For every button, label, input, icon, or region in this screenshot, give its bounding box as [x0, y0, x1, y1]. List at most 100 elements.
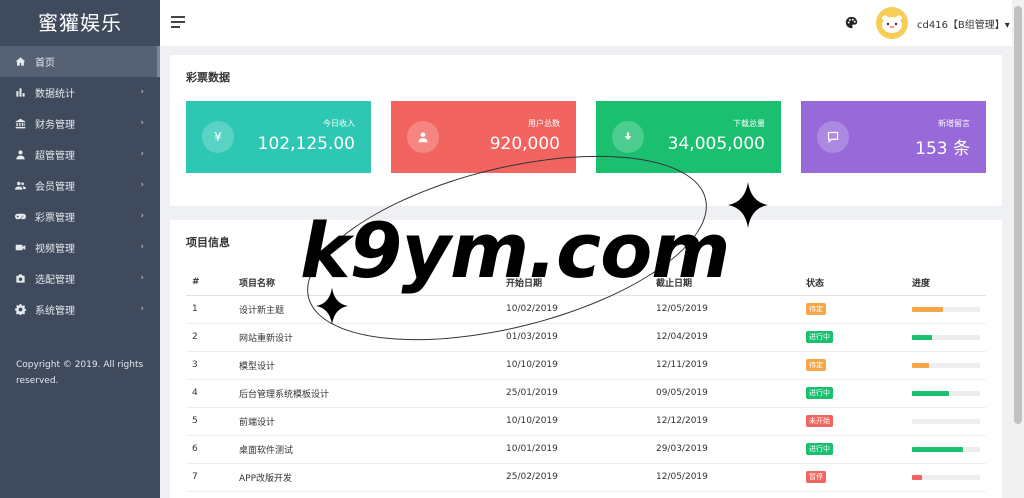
- start-date: 25/02/2019: [506, 463, 656, 492]
- user-icon: [14, 149, 26, 161]
- stat-value: 920,000: [489, 134, 560, 154]
- gear-icon: [14, 304, 26, 316]
- scrollbar[interactable]: [1012, 0, 1024, 498]
- watermark-text: k9ym.com: [300, 206, 730, 295]
- video-icon: [14, 242, 26, 254]
- sidebar-item-5[interactable]: 彩票管理 ›: [0, 201, 160, 232]
- table-row[interactable]: 5 前端设计 10/10/2019 12/12/2019 未开始: [186, 407, 986, 436]
- status-cell: 进行中: [806, 379, 912, 408]
- stat-card-3[interactable]: 新增留言 153 条: [801, 101, 986, 173]
- sidebar-item-6[interactable]: 视频管理 ›: [0, 232, 160, 263]
- sidebar-item-1[interactable]: 数据统计 ›: [0, 77, 160, 108]
- project-name: 前端设计: [239, 407, 506, 436]
- progress-cell: [912, 379, 986, 408]
- progress-cell: [912, 435, 986, 464]
- status-cell: 待定: [806, 351, 912, 380]
- progress-bar: [912, 390, 980, 396]
- table-row[interactable]: 6 桌面软件测试 10/01/2019 29/03/2019 进行中: [186, 435, 986, 464]
- project-name: 桌面软件测试: [239, 435, 506, 464]
- chevron-right-icon: ›: [140, 118, 144, 128]
- end-date: 29/03/2019: [656, 435, 806, 464]
- status-badge: 进行中: [806, 331, 833, 343]
- table-row[interactable]: 2 网站重新设计 01/03/2019 12/04/2019 进行中: [186, 323, 986, 352]
- status-badge: 待定: [806, 359, 826, 371]
- chevron-right-icon: ›: [140, 242, 144, 252]
- chevron-right-icon: ›: [140, 180, 144, 190]
- progress-fill: [912, 390, 950, 396]
- row-index: 4: [186, 379, 239, 408]
- sparkle-icon: [316, 287, 348, 325]
- column-header: 状态: [806, 270, 912, 296]
- table-row[interactable]: 3 模型设计 10/10/2019 12/11/2019 待定: [186, 351, 986, 380]
- user-menu[interactable]: cd416【B组管理】▾: [917, 16, 1010, 31]
- progress-cell: [912, 463, 986, 492]
- status-cell: 进行中: [806, 435, 912, 464]
- yen-icon: ¥: [214, 130, 222, 144]
- stat-label: 新增留言: [938, 119, 970, 128]
- sidebar-nav: 首页 数据统计 › 财务管理 › 超管管理 › 会员管理 › 彩票管理 › 视频管理 › 选配管理 › 系统管…: [0, 46, 160, 325]
- progress-bar: [912, 418, 980, 424]
- sidebar-item-label: 会员管理: [35, 182, 75, 193]
- stat-icon-circle: [407, 121, 439, 153]
- project-name: 模型设计: [239, 351, 506, 380]
- start-date: 25/01/2019: [506, 379, 656, 408]
- stat-label: 用户总数: [528, 119, 560, 128]
- palette-icon[interactable]: [845, 16, 858, 29]
- end-date: 09/05/2019: [656, 379, 806, 408]
- stat-value: 34,005,000: [667, 134, 765, 154]
- progress-fill: [912, 334, 933, 340]
- project-name: APP改版开发: [239, 463, 506, 492]
- table-row[interactable]: 4 后台管理系统模板设计 25/01/2019 09/05/2019 进行中: [186, 379, 986, 408]
- row-index: 6: [186, 435, 239, 464]
- sidebar-item-8[interactable]: 系统管理 ›: [0, 294, 160, 325]
- progress-bar: [912, 362, 980, 368]
- stat-icon-circle: [817, 121, 849, 153]
- progress-bar: [912, 306, 980, 312]
- progress-cell: [912, 407, 986, 436]
- sidebar-item-0[interactable]: 首页: [0, 46, 160, 77]
- progress-fill: [912, 446, 963, 452]
- scrollbar-thumb[interactable]: [1014, 6, 1022, 424]
- progress-cell: [912, 351, 986, 380]
- status-badge: 待定: [806, 303, 826, 315]
- gamepad-icon: [14, 211, 26, 223]
- sidebar-item-4[interactable]: 会员管理 ›: [0, 170, 160, 201]
- status-badge: 未开始: [806, 415, 833, 427]
- sidebar-item-label: 选配管理: [35, 275, 75, 286]
- table-row[interactable]: 7 APP改版开发 25/02/2019 12/05/2019 暂停: [186, 463, 986, 492]
- stat-label: 今日收入: [323, 119, 355, 128]
- row-index: 7: [186, 463, 239, 492]
- project-name: 后台管理系统模板设计: [239, 379, 506, 408]
- sidebar-item-2[interactable]: 财务管理 ›: [0, 108, 160, 139]
- progress-fill: [912, 474, 923, 480]
- sidebar-item-label: 超管管理: [35, 151, 75, 162]
- status-badge: 进行中: [806, 387, 833, 399]
- sidebar-item-label: 视频管理: [35, 244, 75, 255]
- topbar: cd416【B组管理】▾: [160, 0, 1012, 46]
- sidebar-item-label: 财务管理: [35, 120, 75, 131]
- brand-logo[interactable]: 蜜獾娱乐: [0, 0, 160, 46]
- sidebar-item-label: 系统管理: [35, 306, 75, 317]
- menu-icon[interactable]: [171, 16, 185, 28]
- sidebar-item-label: 数据统计: [35, 89, 75, 100]
- bank-icon: [14, 118, 26, 130]
- sidebar-item-3[interactable]: 超管管理 ›: [0, 139, 160, 170]
- stat-icon-circle: ¥: [202, 121, 234, 153]
- end-date: 12/05/2019: [656, 295, 806, 324]
- progress-bar: [912, 446, 980, 452]
- avatar[interactable]: [876, 7, 908, 39]
- row-index: 1: [186, 295, 239, 324]
- stats-panel-title: 彩票数据: [186, 71, 230, 84]
- comment-icon: [827, 131, 839, 143]
- status-cell: 未开始: [806, 407, 912, 436]
- chevron-right-icon: ›: [140, 211, 144, 221]
- chevron-right-icon: ›: [140, 87, 144, 97]
- sidebar-item-7[interactable]: 选配管理 ›: [0, 263, 160, 294]
- chevron-right-icon: ›: [140, 273, 144, 283]
- status-cell: 待定: [806, 295, 912, 324]
- start-date: 10/01/2019: [506, 435, 656, 464]
- progress-fill: [912, 362, 929, 368]
- stat-value: 153 条: [915, 139, 970, 159]
- stat-card-0[interactable]: ¥ 今日收入 102,125.00: [186, 101, 371, 173]
- column-header: 进度: [912, 270, 986, 296]
